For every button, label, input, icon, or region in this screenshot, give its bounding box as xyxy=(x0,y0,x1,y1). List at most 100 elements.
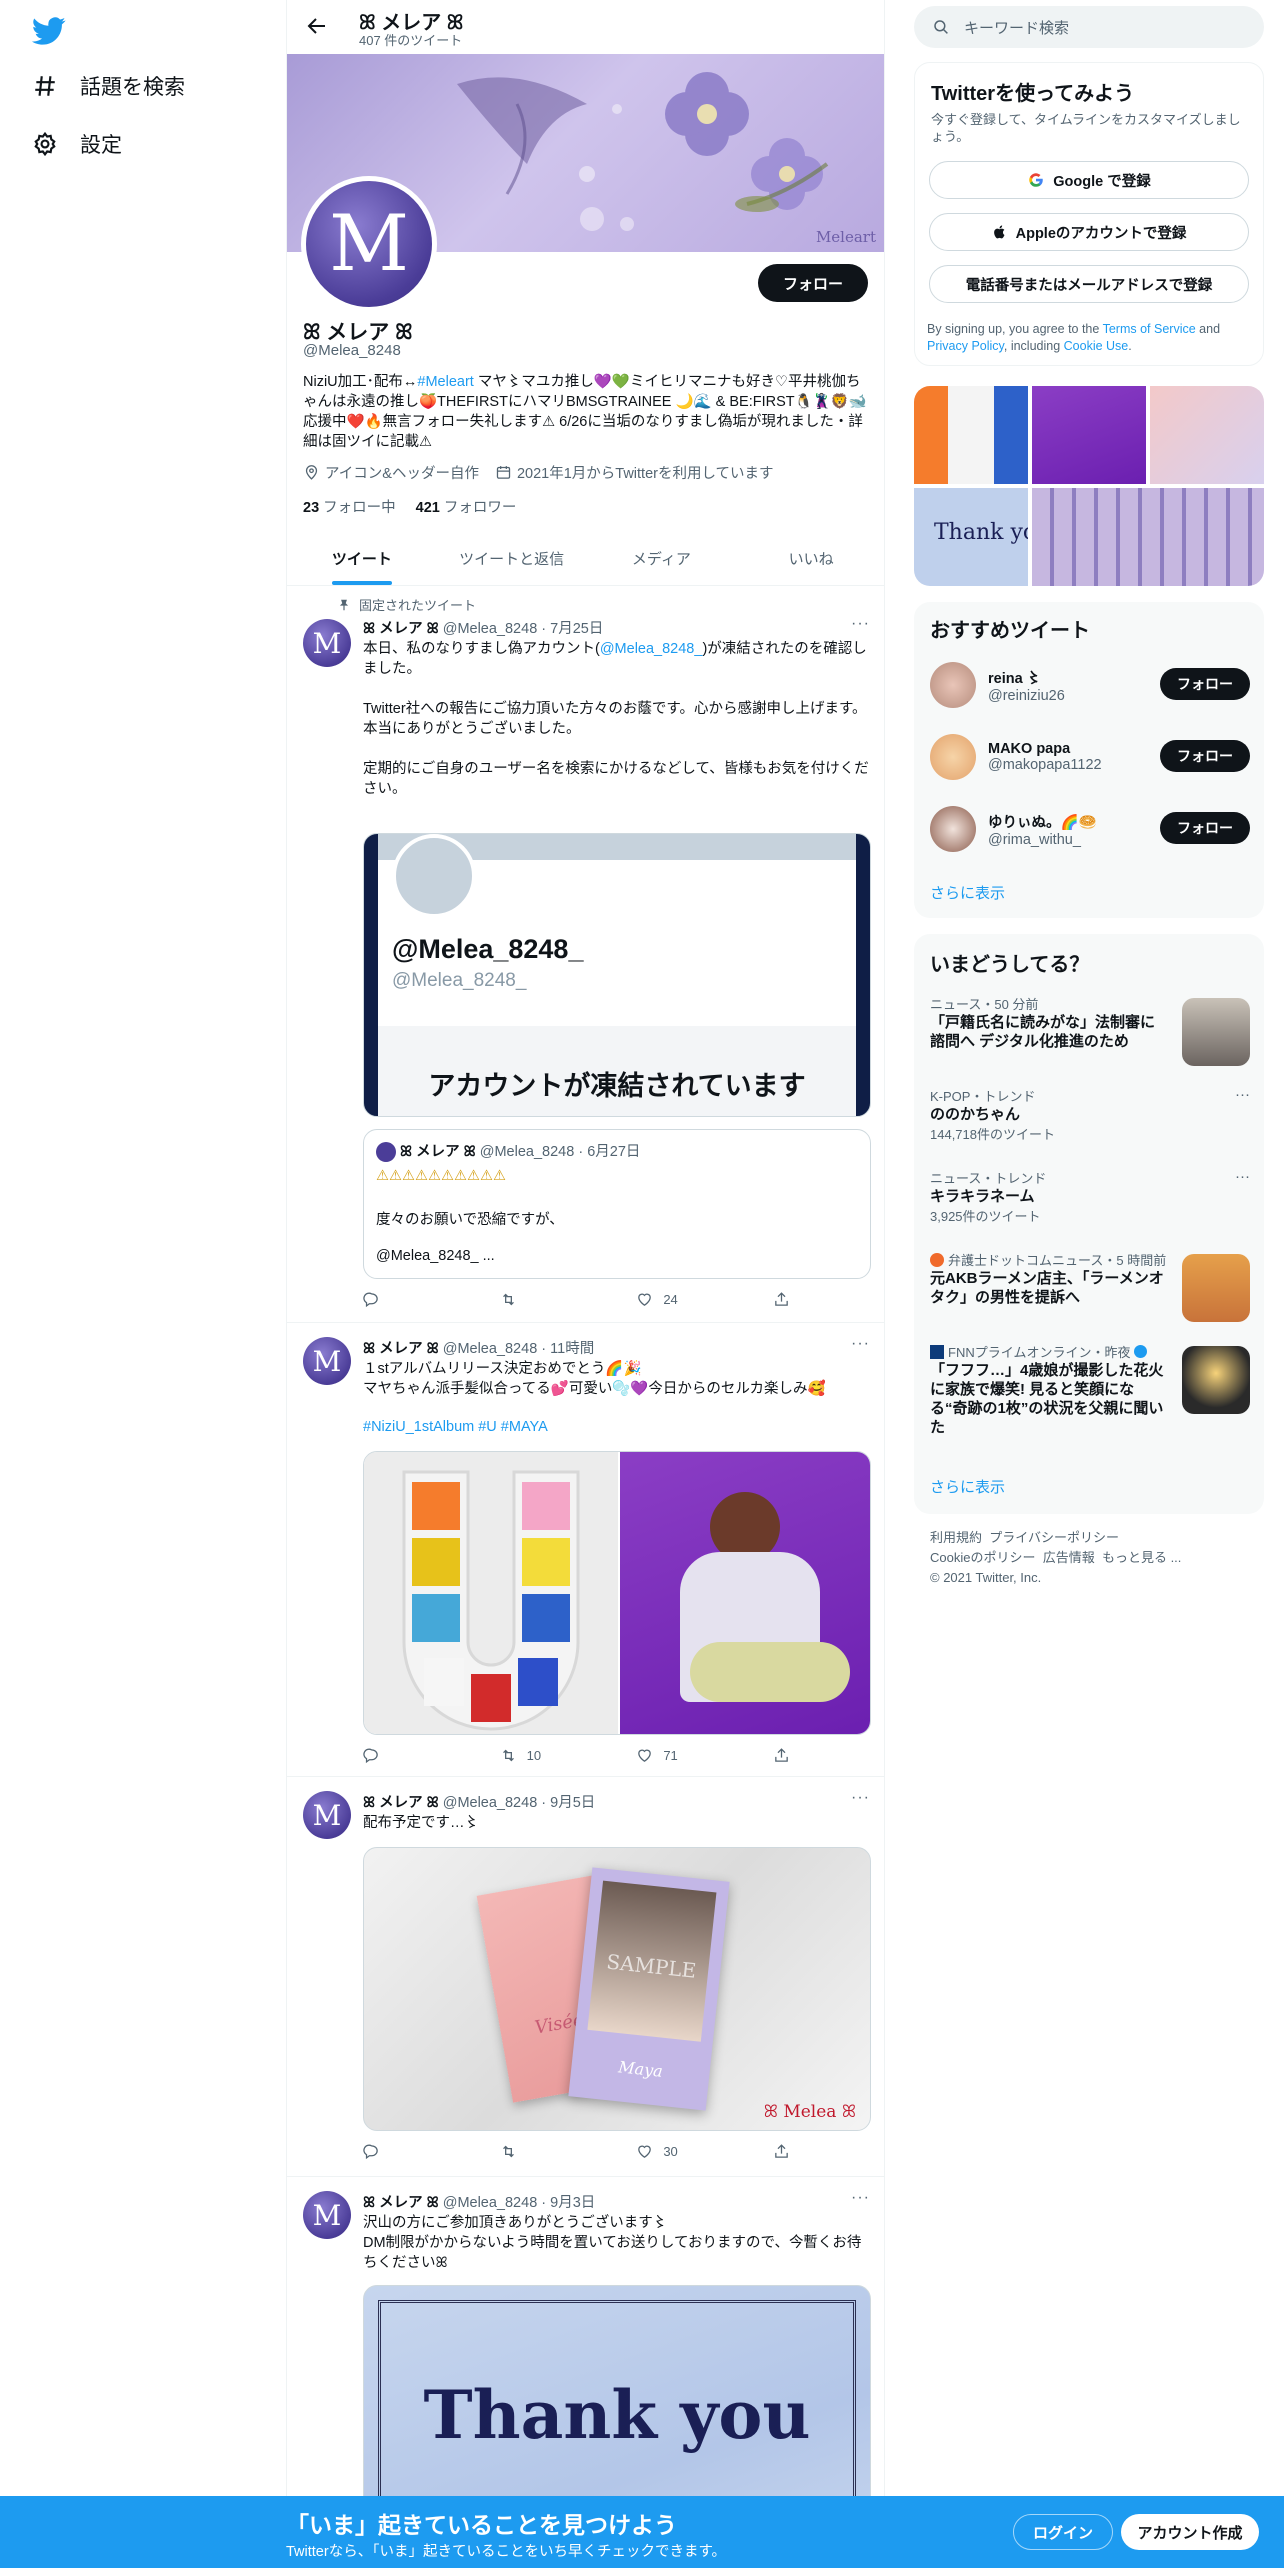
trend-context: ニュース・トレンド xyxy=(930,1171,1047,1186)
tweet-author-handle: @Melea_8248 xyxy=(442,621,538,637)
tweet-hashtags[interactable]: #NiziU_1stAlbum #U #MAYA xyxy=(363,1417,873,1437)
suggestion-follow-button[interactable]: フォロー xyxy=(1160,812,1250,844)
tab-media[interactable]: メディア xyxy=(587,532,737,585)
phone-email-signup-button[interactable]: 電話番号またはメールアドレスで登録 xyxy=(929,265,1249,303)
share-button[interactable] xyxy=(773,1291,793,1308)
like-button[interactable]: 71 xyxy=(636,1747,726,1764)
tweet-avatar[interactable]: M xyxy=(303,2191,351,2239)
more-options-icon[interactable]: ··· xyxy=(851,1789,870,1807)
tweet-author-name[interactable]: ꕤ メレア ꕤ xyxy=(363,2195,439,2211)
tweet-avatar[interactable]: M xyxy=(303,619,351,667)
reply-button[interactable] xyxy=(363,2143,453,2160)
following-stat[interactable]: 23 フォロー中 xyxy=(303,496,396,517)
privacy-policy-link[interactable]: Privacy Policy xyxy=(927,339,1004,353)
reply-button[interactable] xyxy=(363,1747,453,1764)
like-button[interactable]: 24 xyxy=(636,1291,726,1308)
follow-button[interactable]: フォロー xyxy=(758,264,868,302)
trend-more-icon[interactable]: ··· xyxy=(1235,1086,1250,1103)
more-options-icon[interactable]: ··· xyxy=(851,615,870,633)
media-thumb-1[interactable] xyxy=(914,386,1028,484)
tweet-author-name[interactable]: ꕤ メレア ꕤ xyxy=(363,1341,439,1357)
mention-link[interactable]: @Melea_8248_ xyxy=(600,641,703,657)
create-account-button[interactable]: アカウント作成 xyxy=(1121,2514,1259,2550)
retweet-button[interactable] xyxy=(500,2143,590,2160)
suggestion-follow-button[interactable]: フォロー xyxy=(1160,668,1250,700)
trend-item[interactable]: FNNプライムオンライン・昨夜 「フフフ…」4歳娘が撮影した花火に家族で爆笑! … xyxy=(930,1342,1250,1437)
followers-stat[interactable]: 421 フォロワー xyxy=(416,496,517,517)
trend-item[interactable]: ニュース・50 分前 「戸籍氏名に読みがな」法制審に諮問へ デジタル化推進のため xyxy=(930,994,1250,1066)
bio-hashtag-link[interactable]: #Meleart xyxy=(417,374,473,390)
quoted-avatar xyxy=(376,1142,396,1163)
quoted-author-name: ꕤ メレア ꕤ xyxy=(400,1144,476,1160)
tweet-text-end: )が凍結されたのを確認しました。 Twitter社への報告にご協力頂いた方々のお… xyxy=(363,641,869,797)
trends-card: いまどうしてる？ ニュース・50 分前 「戸籍氏名に読みがな」法制審に諮問へ デ… xyxy=(914,934,1264,1514)
twitter-bird-logo-icon[interactable] xyxy=(32,14,66,48)
search-input[interactable]: キーワード検索 xyxy=(914,6,1264,48)
suggestion-handle: @makopapa1122 xyxy=(988,757,1102,773)
back-arrow-icon[interactable] xyxy=(305,14,329,38)
suspended-account-image[interactable]: @Melea_8248_ @Melea_8248_ アカウントが凍結されています xyxy=(363,833,871,1117)
reply-button[interactable] xyxy=(363,1291,453,1308)
footer-link-terms[interactable]: 利用規約 xyxy=(930,1530,982,1545)
tab-tweets-and-replies[interactable]: ツイートと返信 xyxy=(437,532,587,585)
tweet-image-cards[interactable]: Visée SAMPLE Maya ꕤ Melea ꕤ xyxy=(363,1847,871,2131)
tweet-time[interactable]: 11時間 xyxy=(550,1341,594,1357)
tab-tweets[interactable]: ツイート xyxy=(287,532,437,585)
footer-link-cookie[interactable]: Cookieのポリシー xyxy=(930,1550,1035,1565)
profile-avatar[interactable]: M xyxy=(301,176,437,312)
quoted-tweet[interactable]: ꕤ メレア ꕤ @Melea_8248 · 6月27日 ⚠⚠⚠⚠⚠⚠⚠⚠⚠⚠ 度… xyxy=(363,1129,871,1279)
share-button[interactable] xyxy=(773,1747,793,1764)
retweet-button[interactable] xyxy=(500,1291,590,1308)
tweet-distribution[interactable]: M ꕤ メレア ꕤ @Melea_8248 · 9月5日 ··· 配布予定です…… xyxy=(287,1777,884,2177)
trend-item[interactable]: 弁護士ドットコムニュース・5 時間前 元AKBラーメン店主、「ラーメンオタク」の… xyxy=(930,1250,1250,1322)
like-button[interactable]: 30 xyxy=(636,2143,726,2160)
login-button[interactable]: ログイン xyxy=(1013,2514,1113,2550)
source-logo-icon xyxy=(930,1252,944,1267)
verified-badge-icon xyxy=(1134,1345,1148,1358)
apple-signup-button[interactable]: Appleのアカウントで登録 xyxy=(929,213,1249,251)
tab-likes[interactable]: いいね xyxy=(736,532,884,585)
nav-settings[interactable]: 設定 xyxy=(32,124,122,164)
more-options-icon[interactable]: ··· xyxy=(851,1335,870,1353)
retweet-button[interactable]: 10 xyxy=(500,1747,590,1764)
profile-top-bar: ꕤ メレア ꕤ 407 件のツイート xyxy=(287,0,884,54)
share-button[interactable] xyxy=(773,2143,793,2160)
suggestion-avatar xyxy=(930,662,976,708)
tweet-album[interactable]: M ꕤ メレア ꕤ @Melea_8248 · 11時間 ··· １stアルバム… xyxy=(287,1323,884,1777)
trends-show-more-link[interactable]: さらに表示 xyxy=(930,1476,1005,1497)
google-signup-button[interactable]: Google で登録 xyxy=(929,161,1249,199)
footer-link-privacy[interactable]: プライバシーポリシー xyxy=(989,1530,1119,1545)
cookie-use-link[interactable]: Cookie Use xyxy=(1064,339,1129,353)
suggestion-item[interactable]: ゆりぃぬ。🌈🥯 @rima_withu_ フォロー xyxy=(930,806,1250,852)
media-thumb-3[interactable] xyxy=(1150,386,1264,484)
profile-media-grid[interactable]: Thank yo xyxy=(914,386,1264,586)
tweet-time[interactable]: 9月3日 xyxy=(550,2195,595,2211)
tweet-author-name[interactable]: ꕤ メレア ꕤ xyxy=(363,1795,439,1811)
tweet-author-name[interactable]: ꕤ メレア ꕤ xyxy=(363,621,439,637)
more-options-icon[interactable]: ··· xyxy=(851,2189,870,2207)
show-more-link[interactable]: さらに表示 xyxy=(930,882,1005,903)
tweet-pinned[interactable]: 固定されたツイート M ꕤ メレア ꕤ @Melea_8248 · 7月25日 … xyxy=(287,587,884,1323)
tweet-image-album[interactable] xyxy=(363,1451,871,1735)
tweet-time[interactable]: 9月5日 xyxy=(550,1795,595,1811)
suggestion-follow-button[interactable]: フォロー xyxy=(1160,740,1250,772)
who-to-follow-card: おすすめツイート reina 〻 @reiniziu26 フォロー MAKO pa… xyxy=(914,602,1264,918)
tweet-header: ꕤ メレア ꕤ @Melea_8248 · 7月25日 xyxy=(363,621,604,637)
media-thumb-4[interactable]: Thank yo xyxy=(914,488,1028,586)
tweet-author-handle: @Melea_8248 xyxy=(442,1795,538,1811)
trend-item[interactable]: ニュース・トレンド キラキラネーム 3,925件のツイート ··· xyxy=(930,1168,1250,1225)
suggestion-item[interactable]: reina 〻 @reiniziu26 フォロー xyxy=(930,662,1250,708)
trend-more-icon[interactable]: ··· xyxy=(1235,1168,1250,1185)
trend-title: ののかちゃん xyxy=(930,1106,1021,1123)
nav-explore[interactable]: 話題を検索 xyxy=(32,66,185,106)
tweet-time[interactable]: 7月25日 xyxy=(550,621,603,637)
tweet-avatar[interactable]: M xyxy=(303,1337,351,1385)
footer-link-ads[interactable]: 広告情報 xyxy=(1043,1550,1095,1565)
tweet-avatar[interactable]: M xyxy=(303,1791,351,1839)
terms-of-service-link[interactable]: Terms of Service xyxy=(1103,322,1196,336)
media-thumb-2[interactable] xyxy=(1032,386,1146,484)
media-thumb-5[interactable] xyxy=(1032,488,1264,586)
trend-item[interactable]: K-POP・トレンド ののかちゃん 144,718件のツイート ··· xyxy=(930,1086,1250,1143)
footer-link-more[interactable]: もっと見る ... xyxy=(1102,1550,1181,1565)
suggestion-item[interactable]: MAKO papa @makopapa1122 フォロー xyxy=(930,734,1250,780)
